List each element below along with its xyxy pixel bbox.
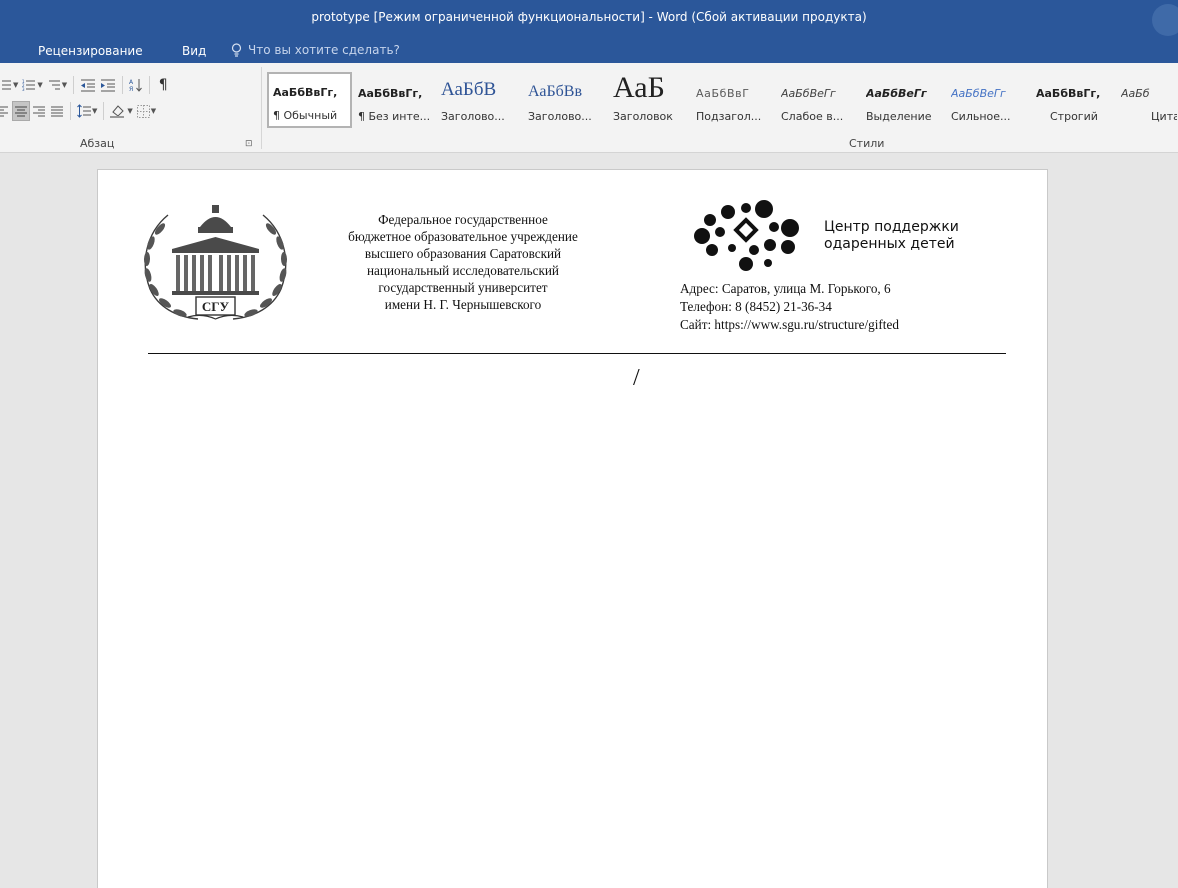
paragraph-row-1: ▼ 1 2 3 ▼ ▼ АЯ ¶ [0,74,172,96]
style-name: Сильное... [951,110,1011,123]
separator [103,102,105,120]
paragraph-group: ▼ 1 2 3 ▼ ▼ АЯ ¶ ▼ ▼ ▼ Абзац ⊡ [0,63,262,153]
separator [70,102,71,120]
style-sample: АаБбВеГг [781,87,836,100]
style-sample: АаБбВвГг, [358,87,423,100]
organization-name: Федеральное государственное бюджетное об… [303,211,623,313]
style-sample: АаБб [1121,87,1150,100]
ribbon-tabs: Рецензирование Вид Что вы хотите сделать… [0,40,1178,63]
window-title: prototype [Режим ограниченной функционал… [311,10,867,24]
org-line: имени Н. Г. Чернышевского [384,297,542,312]
style-name: Слабое в... [781,110,844,123]
style-no-spacing[interactable]: АаБбВвГг, ¶ Без инте... [353,72,435,128]
style-sample: АаБбВвГг, [1036,87,1101,100]
style-name: Заголовок [613,110,673,123]
separator [73,76,75,94]
increase-indent-icon[interactable] [98,75,118,95]
style-heading-1[interactable]: АаБбВ Заголово... [436,72,522,128]
document-page[interactable]: СГУ Федеральное государственное бюджетно… [97,169,1048,888]
center-name-line: одаренных детей [824,236,955,252]
paragraph-group-label: Абзац [80,137,115,150]
gifted-center-dots-logo [694,200,799,271]
svg-text:3: 3 [22,87,25,92]
style-sample: АаБбВеГг [866,87,927,100]
multilevel-list-icon[interactable]: ▼ [45,75,69,95]
style-subtitle[interactable]: АаБбВвГ Подзагол... [691,72,775,128]
style-sample: АаБбВеГг [951,87,1006,100]
sort-icon[interactable]: АЯ [127,75,145,95]
borders-icon[interactable]: ▼ [135,101,158,121]
styles-group-label: Стили [849,137,885,150]
tab-review[interactable]: Рецензирование [38,44,143,58]
center-name-line: Центр поддержки [824,219,959,235]
tab-view[interactable]: Вид [182,44,206,58]
bullets-icon[interactable]: ▼ [0,75,20,95]
tell-me-box[interactable]: Что вы хотите сделать? [230,43,400,57]
style-title[interactable]: АаБ Заголовок [608,72,690,128]
style-name: Заголово... [528,110,592,123]
title-bar: prototype [Режим ограниченной функционал… [0,0,1178,40]
line-spacing-icon[interactable]: ▼ [75,101,99,121]
lightbulb-icon [231,43,242,57]
gifted-center-name: Центр поддержки одаренных детей [824,219,959,253]
sgu-logo-text: СГУ [202,299,230,314]
styles-group: АаБбВвГг, ¶ Обычный АаБбВвГг, ¶ Без инте… [263,63,1178,153]
org-line: национальный исследовательский [367,263,559,278]
decrease-indent-icon[interactable] [78,75,98,95]
style-emphasis[interactable]: АаБбВеГг Выделение [861,72,945,128]
svg-text:А: А [129,79,134,86]
style-sample: АаБ [613,72,665,104]
justify-icon[interactable] [48,101,66,121]
style-name: Заголово... [441,110,505,123]
style-sample: АаБбВ [441,79,497,100]
contact-info: Адрес: Саратов, улица М. Горького, 6 Тел… [680,280,899,334]
separator [149,76,151,94]
style-heading-2[interactable]: АаБбВв Заголово... [523,72,607,128]
account-avatar[interactable] [1152,4,1178,36]
sgu-emblem-logo: СГУ [143,205,288,320]
ribbon: ▼ 1 2 3 ▼ ▼ АЯ ¶ ▼ ▼ ▼ Абзац ⊡ АаБбВвГг,… [0,63,1178,153]
header-divider-line [148,353,1006,354]
style-name: Выделение [866,110,932,123]
align-center-icon[interactable] [12,101,30,121]
address-line: Адрес: Саратов, улица М. Горького, 6 [680,281,891,296]
org-line: Федеральное государственное [378,212,548,227]
style-intense-emphasis[interactable]: АаБбВеГг Сильное... [946,72,1030,128]
paragraph-dialog-launcher-icon[interactable]: ⊡ [245,139,253,149]
phone-line: Телефон: 8 (8452) 21-36-34 [680,299,832,314]
align-left-icon[interactable] [0,101,12,121]
style-name: Цита [1151,110,1177,123]
website-line: Сайт: https://www.sgu.ru/structure/gifte… [680,317,899,332]
org-line: бюджетное образовательное учреждение [348,229,578,244]
shading-icon[interactable]: ▼ [108,101,134,121]
tell-me-placeholder: Что вы хотите сделать? [248,43,400,57]
style-subtle-emphasis[interactable]: АаБбВеГг Слабое в... [776,72,860,128]
style-sample: АаБбВв [528,83,582,100]
text-cursor-mark: / [633,365,640,391]
separator [122,76,124,94]
style-name: Подзагол... [696,110,762,123]
svg-text:Я: Я [129,86,133,92]
style-sample: АаБбВвГ [696,87,750,100]
pilcrow-icon[interactable]: ¶ [154,75,172,95]
style-name: ¶ Обычный [273,109,338,122]
numbering-icon[interactable]: 1 2 3 ▼ [20,75,44,95]
style-name: Строгий [1050,110,1098,123]
org-line: государственный университет [378,280,548,295]
group-separator [261,67,262,149]
style-name: ¶ Без инте... [358,110,431,123]
paragraph-row-2: ▼ ▼ ▼ [0,100,158,122]
style-sample: АаБбВвГг, [273,86,338,99]
style-normal[interactable]: АаБбВвГг, ¶ Обычный [267,72,352,128]
style-quote[interactable]: АаБб Цита [1116,72,1178,128]
org-line: высшего образования Саратовский [364,246,562,261]
document-workspace[interactable]: СГУ Федеральное государственное бюджетно… [0,153,1178,888]
style-strong[interactable]: АаБбВвГг, Строгий [1031,72,1115,128]
align-right-icon[interactable] [30,101,48,121]
